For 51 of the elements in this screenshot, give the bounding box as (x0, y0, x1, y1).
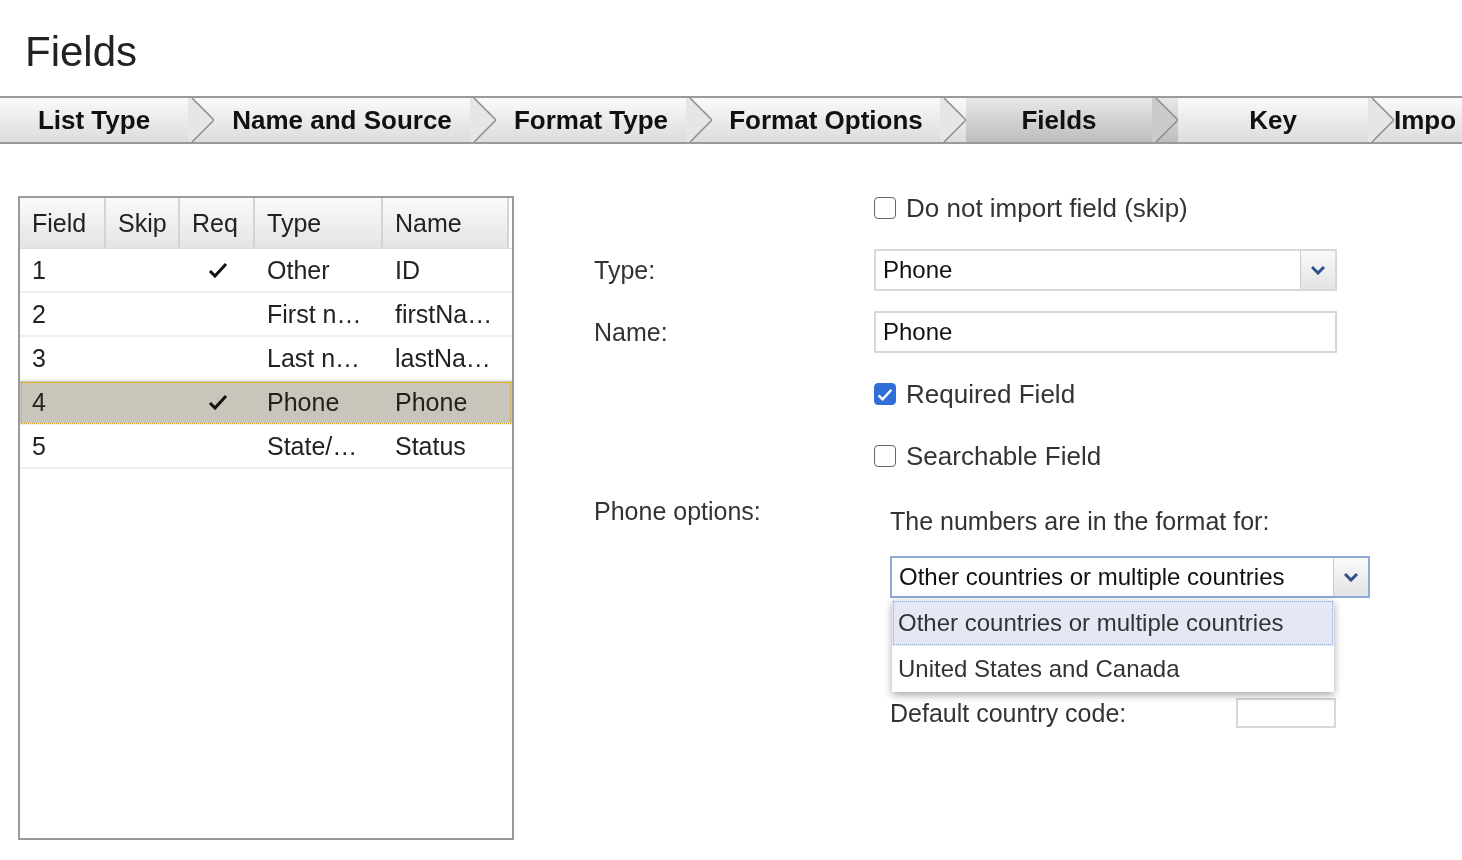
table-cell: State/… (267, 431, 358, 461)
field-label: Name: (594, 317, 668, 346)
chevron-icon (1152, 98, 1178, 142)
caret-icon (1311, 265, 1325, 275)
page-title: Fields (25, 27, 138, 77)
checkbox[interactable]: Required Field (874, 378, 1076, 410)
checkbox-box[interactable] (874, 383, 896, 405)
name-input-field[interactable]: Phone (874, 311, 1337, 353)
table-cell: 4 (32, 387, 46, 417)
table-cell: Last n… (267, 343, 361, 373)
column-header[interactable]: Skip (106, 198, 180, 248)
country-code-field[interactable] (1236, 698, 1336, 728)
wizard-step[interactable]: Fields (966, 98, 1152, 142)
table-cell: 3 (32, 343, 46, 373)
column-header[interactable]: Type (255, 198, 383, 248)
chevron-icon (686, 98, 712, 142)
table-cell: First n… (267, 299, 362, 329)
column-header[interactable]: Name (383, 198, 509, 248)
checkbox-box[interactable] (874, 445, 896, 467)
dropdown-option[interactable]: Other countries or multiple countries (892, 600, 1334, 646)
format-prompt: The numbers are in the format for: (890, 507, 1271, 536)
table-row[interactable]: 4 Phone Phone (20, 381, 512, 425)
table-row[interactable]: 2 First n… firstNa… (20, 293, 512, 337)
column-header[interactable]: Req (180, 198, 255, 248)
chevron-icon (188, 98, 214, 142)
table-cell: 2 (32, 299, 46, 329)
table-cell: Other (267, 255, 330, 285)
checkbox-box[interactable] (874, 197, 896, 219)
caret-icon (1344, 572, 1358, 582)
chevron-icon (1368, 98, 1394, 142)
field-label: Default country code: (890, 698, 1127, 728)
field-label: Phone options: (594, 497, 761, 525)
table-cell: 1 (32, 255, 46, 285)
checkbox-label: Required Field (906, 378, 1076, 410)
chevron-icon (940, 98, 966, 142)
table-row[interactable]: 5 State/… Status (20, 425, 512, 469)
table-cell: Phone (395, 387, 468, 417)
table-cell: 5 (32, 431, 46, 461)
chevron-icon (470, 98, 496, 142)
table-cell: lastNa… (395, 343, 491, 373)
table-cell: Status (395, 431, 466, 461)
dropdown-option[interactable]: United States and Canada (892, 646, 1334, 692)
table-cell: Phone (267, 387, 340, 417)
column-header[interactable]: Field (20, 198, 106, 248)
field-label: Type: (594, 255, 656, 284)
format-select[interactable]: Other countries or multiple countries (890, 556, 1370, 598)
check-icon (877, 387, 893, 401)
table-cell: firstNa… (395, 299, 493, 329)
table-row[interactable]: 1 Other ID (20, 249, 512, 293)
type-select[interactable]: Phone (874, 249, 1337, 291)
table-cell: ID (395, 255, 420, 285)
